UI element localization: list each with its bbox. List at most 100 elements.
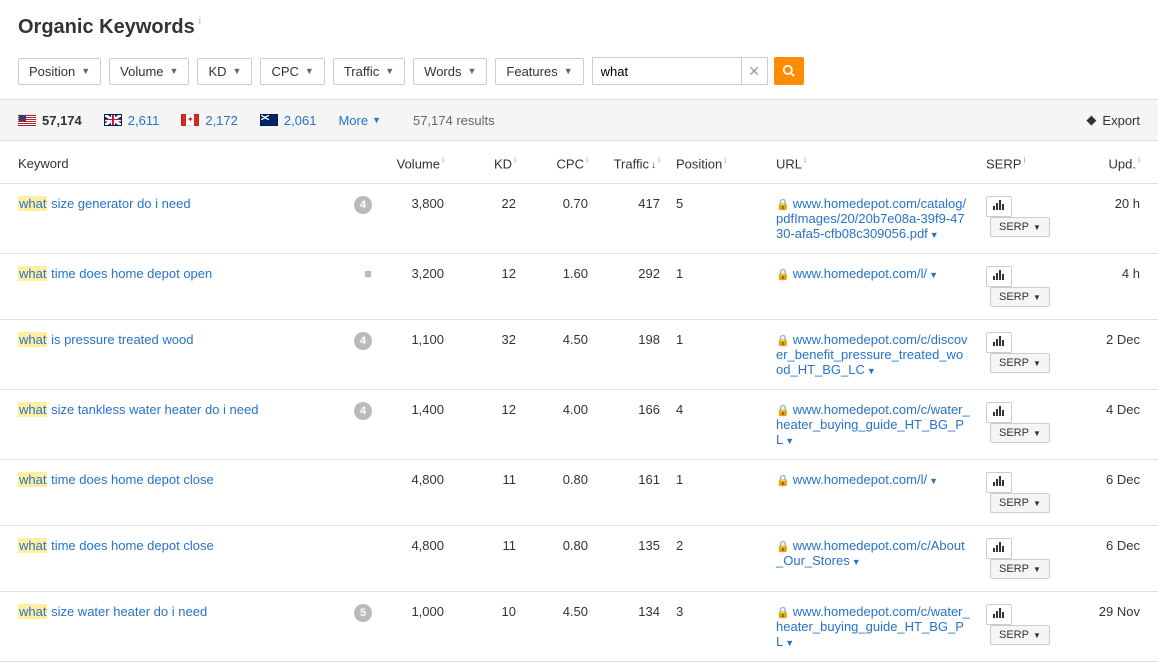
table-row: what size water heater do i need 5 1,000…: [0, 592, 1158, 662]
caret-down-icon: ▼: [385, 66, 394, 76]
filter-kd[interactable]: KD▼: [197, 58, 252, 85]
keyword-link[interactable]: what size generator do i need: [18, 196, 191, 211]
keyword-link[interactable]: what is pressure treated wood: [18, 332, 193, 347]
keyword-link[interactable]: what time does home depot close: [18, 538, 214, 553]
search-icon: [782, 64, 796, 78]
serp-chart-button[interactable]: [986, 604, 1012, 625]
serp-chart-button[interactable]: [986, 402, 1012, 423]
url-dropdown-icon[interactable]: ▼: [852, 557, 861, 567]
cell-updated: 4 Dec: [1078, 390, 1158, 460]
col-upd[interactable]: Upd.i: [1078, 141, 1158, 184]
serp-chart-button[interactable]: [986, 538, 1012, 559]
caret-down-icon: ▼: [1033, 429, 1041, 438]
cell-traffic: 198: [596, 320, 668, 390]
caret-down-icon: ▼: [1033, 223, 1041, 232]
keyword-link[interactable]: what size water heater do i need: [18, 604, 207, 619]
filter-position[interactable]: Position▼: [18, 58, 101, 85]
cell-updated: 2 Dec: [1078, 320, 1158, 390]
url-link[interactable]: www.homedepot.com/c/About_Our_Stores: [776, 538, 965, 568]
col-traffic[interactable]: Traffic↓i: [596, 141, 668, 184]
url-link[interactable]: www.homedepot.com/c/water_heater_buying_…: [776, 604, 970, 649]
cell-kd: 12: [452, 254, 524, 320]
keyword-link[interactable]: what time does home depot close: [18, 472, 214, 487]
serp-features-badge[interactable]: 5: [354, 604, 372, 622]
col-url[interactable]: URLi: [740, 141, 978, 184]
url-dropdown-icon[interactable]: ▼: [929, 270, 938, 280]
filter-features[interactable]: Features▼: [495, 58, 583, 85]
cell-kd: 11: [452, 526, 524, 592]
lock-icon: 🔒: [776, 199, 790, 211]
bar-chart-icon: [993, 200, 1005, 210]
cell-updated: 6 Dec: [1078, 526, 1158, 592]
bar-chart-icon: [993, 406, 1005, 416]
url-dropdown-icon[interactable]: ▼: [867, 366, 876, 376]
export-button[interactable]: ◆ Export: [1086, 112, 1140, 128]
col-cpc[interactable]: CPCi: [524, 141, 596, 184]
url-dropdown-icon[interactable]: ▼: [785, 638, 794, 648]
filter-words[interactable]: Words▼: [413, 58, 487, 85]
cell-kd: 10: [452, 592, 524, 662]
url-dropdown-icon[interactable]: ▼: [929, 476, 938, 486]
url-link[interactable]: www.homedepot.com/l/: [793, 266, 927, 281]
url-dropdown-icon[interactable]: ▼: [785, 436, 794, 446]
caret-down-icon: ▼: [1033, 631, 1041, 640]
filter-traffic[interactable]: Traffic▼: [333, 58, 405, 85]
search-button[interactable]: [774, 57, 804, 85]
caret-down-icon: ▼: [1033, 293, 1041, 302]
caret-down-icon: ▼: [305, 66, 314, 76]
serp-dropdown-button[interactable]: SERP▼: [990, 625, 1050, 645]
cell-position: 3: [668, 592, 740, 662]
serp-features-badge[interactable]: 4: [354, 402, 372, 420]
country-ca[interactable]: 2,172: [181, 113, 238, 128]
country-au[interactable]: 2,061: [260, 113, 317, 128]
caret-down-icon: ▼: [1033, 359, 1041, 368]
cell-cpc: 0.80: [524, 460, 596, 526]
cell-traffic: 292: [596, 254, 668, 320]
cell-volume: 1,000: [380, 592, 452, 662]
serp-chart-button[interactable]: [986, 196, 1012, 217]
cell-volume: 1,100: [380, 320, 452, 390]
filter-cpc[interactable]: CPC▼: [260, 58, 324, 85]
bar-chart-icon: [993, 476, 1005, 486]
cell-volume: 3,200: [380, 254, 452, 320]
serp-dropdown-button[interactable]: SERP▼: [990, 217, 1050, 237]
serp-dropdown-button[interactable]: SERP▼: [990, 493, 1050, 513]
serp-dropdown-button[interactable]: SERP▼: [990, 423, 1050, 443]
col-volume[interactable]: Volumei: [380, 141, 452, 184]
clear-search-button[interactable]: ✕: [742, 57, 768, 85]
filter-volume[interactable]: Volume▼: [109, 58, 189, 85]
serp-dropdown-button[interactable]: SERP▼: [990, 353, 1050, 373]
cell-volume: 4,800: [380, 526, 452, 592]
country-gb[interactable]: 2,611: [104, 113, 160, 128]
cell-kd: 12: [452, 390, 524, 460]
cell-cpc: 1.60: [524, 254, 596, 320]
keyword-link[interactable]: what size tankless water heater do i nee…: [18, 402, 258, 417]
serp-dropdown-button[interactable]: SERP▼: [990, 559, 1050, 579]
serp-chart-button[interactable]: [986, 266, 1012, 287]
video-icon[interactable]: ■: [364, 266, 372, 281]
url-link[interactable]: www.homedepot.com/l/: [793, 472, 927, 487]
serp-dropdown-button[interactable]: SERP▼: [990, 287, 1050, 307]
more-countries[interactable]: More▼: [338, 113, 381, 128]
col-serp[interactable]: SERPi: [978, 141, 1078, 184]
serp-features-badge[interactable]: 4: [354, 196, 372, 214]
search-input[interactable]: [592, 57, 742, 85]
country-us[interactable]: 57,174: [18, 113, 82, 128]
info-icon: i: [199, 16, 201, 27]
cell-updated: 6 Dec: [1078, 460, 1158, 526]
lock-icon: 🔒: [776, 475, 790, 487]
url-dropdown-icon[interactable]: ▼: [930, 230, 939, 240]
cell-traffic: 166: [596, 390, 668, 460]
caret-down-icon: ▼: [81, 66, 90, 76]
cell-cpc: 0.70: [524, 184, 596, 254]
cell-traffic: 134: [596, 592, 668, 662]
serp-features-badge[interactable]: 4: [354, 332, 372, 350]
keyword-link[interactable]: what time does home depot open: [18, 266, 212, 281]
col-position[interactable]: Positioni: [668, 141, 740, 184]
serp-chart-button[interactable]: [986, 332, 1012, 353]
url-link[interactable]: www.homedepot.com/c/water_heater_buying_…: [776, 402, 970, 447]
col-kd[interactable]: KDi: [452, 141, 524, 184]
col-keyword[interactable]: Keyword: [0, 141, 340, 184]
cell-updated: 29 Nov: [1078, 592, 1158, 662]
serp-chart-button[interactable]: [986, 472, 1012, 493]
